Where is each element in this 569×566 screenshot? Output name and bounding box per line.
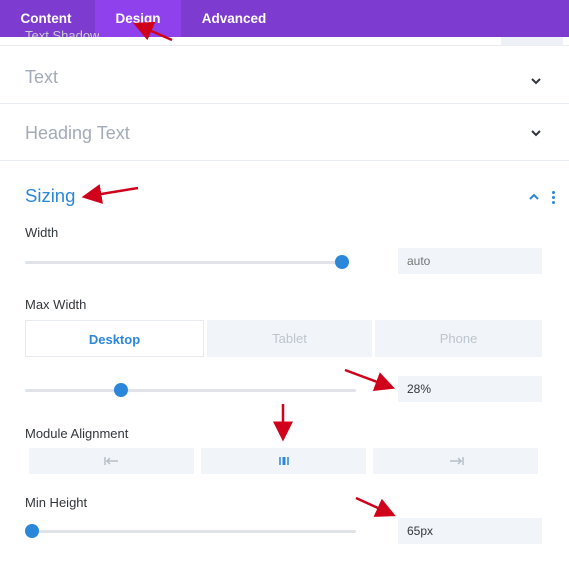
align-center-icon bbox=[278, 457, 289, 465]
align-right-icon bbox=[449, 457, 464, 465]
clipped-section-label: Text Shadow bbox=[25, 28, 100, 37]
min-height-slider-handle[interactable] bbox=[25, 524, 39, 538]
min-height-label: Min Height bbox=[25, 495, 88, 510]
align-left-button[interactable] bbox=[29, 448, 194, 474]
min-height-input[interactable]: 65px bbox=[398, 518, 542, 544]
max-width-slider-handle[interactable] bbox=[113, 383, 128, 397]
width-slider[interactable] bbox=[25, 255, 349, 269]
device-tab-tablet[interactable]: Tablet bbox=[207, 320, 372, 357]
min-height-slider[interactable] bbox=[25, 524, 356, 538]
device-tab-phone[interactable]: Phone bbox=[375, 320, 542, 357]
align-left-icon bbox=[103, 457, 118, 465]
device-tab-desktop[interactable]: Desktop bbox=[25, 320, 204, 357]
tab-design[interactable]: Design bbox=[95, 0, 181, 37]
width-slider-handle[interactable] bbox=[335, 255, 349, 269]
align-center-button[interactable] bbox=[201, 448, 366, 474]
module-alignment-label: Module Alignment bbox=[25, 426, 129, 441]
kebab-menu-icon[interactable] bbox=[551, 191, 557, 205]
width-input[interactable] bbox=[398, 248, 542, 274]
align-right-button[interactable] bbox=[373, 448, 538, 474]
tab-advanced[interactable]: Advanced bbox=[186, 0, 282, 37]
toggle-text-title: Text bbox=[25, 67, 59, 87]
annotation-arrow-min-height bbox=[355, 496, 396, 517]
clipped-input bbox=[501, 37, 563, 45]
max-width-input[interactable]: 28% bbox=[398, 376, 542, 402]
max-width-slider[interactable] bbox=[25, 383, 356, 397]
annotation-arrow-sizing bbox=[81, 184, 139, 204]
responsive-device-tabs: Desktop Tablet Phone bbox=[25, 320, 542, 357]
chevron-down-icon[interactable] bbox=[529, 126, 543, 140]
chevron-up-icon[interactable] bbox=[527, 190, 541, 204]
toggle-heading-text[interactable]: Heading Text bbox=[0, 104, 569, 161]
max-width-label: Max Width bbox=[25, 297, 87, 312]
toggle-heading-text-title: Heading Text bbox=[25, 123, 130, 143]
sizing-section-title[interactable]: Sizing bbox=[25, 185, 75, 207]
width-label: Width bbox=[25, 225, 59, 240]
toggle-text[interactable]: Text bbox=[0, 45, 569, 104]
chevron-down-icon[interactable] bbox=[529, 74, 543, 88]
